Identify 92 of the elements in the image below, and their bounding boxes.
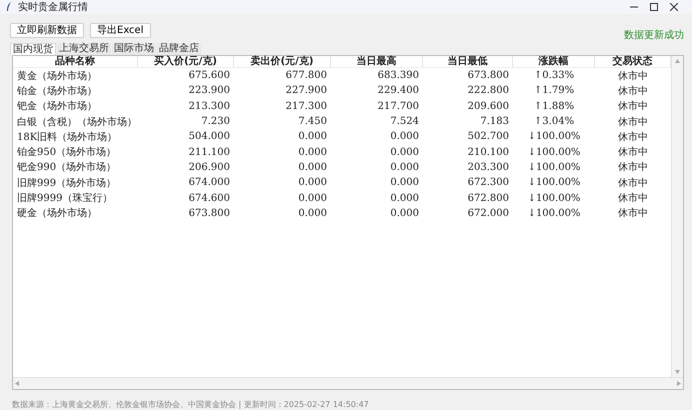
table-cell-text: 休市中 — [617, 206, 649, 220]
table-cell-text: 7.183 — [479, 116, 510, 128]
toolbar-button[interactable]: 导出Excel — [90, 22, 150, 38]
column-header[interactable]: 涨跌幅 — [513, 56, 595, 67]
table-cell-text: 休市中 — [617, 130, 649, 144]
table-cell-text: 504.000 — [188, 131, 231, 142]
table-cell-text: 211.100 — [188, 146, 231, 158]
table-cell-text: 旧牌9999（珠宝行） — [16, 192, 114, 206]
toolbar-button[interactable]: 立即刷新数据 — [10, 22, 84, 38]
table-cell-text: 0.000 — [389, 131, 420, 142]
table-cell-text: 210.100 — [466, 146, 510, 158]
table-cell-text: 223.900 — [188, 85, 231, 96]
table-cell-text: 0.000 — [389, 162, 420, 173]
table-cell-text: 7.524 — [389, 116, 420, 128]
scroll-down-icon[interactable] — [675, 370, 680, 374]
table-cell-text: 旧牌999（场外市场） — [16, 176, 118, 190]
table-cell-text: 0.000 — [297, 192, 328, 204]
tab[interactable]: 上海交易所 — [57, 43, 111, 55]
scroll-right-icon[interactable] — [677, 381, 681, 386]
table-cell-text: 672.300 — [466, 177, 510, 188]
table-cell-text: 钯金（场外市场） — [16, 100, 98, 114]
table-cell-text: 铂金（场外市场） — [16, 84, 98, 98]
scroll-up-icon[interactable] — [675, 59, 680, 63]
table-cell-text: 213.300 — [188, 100, 231, 112]
table-cell-text: 0.000 — [389, 146, 420, 158]
table-cell-text: 673.800 — [466, 70, 510, 82]
table-cell-text: ↑0.33% — [532, 70, 576, 82]
table-cell-text: 休市中 — [617, 160, 649, 174]
table-cell-text: 203.300 — [466, 162, 510, 173]
table-cell-text: ↑1.79% — [532, 85, 576, 96]
column-header[interactable]: 当日最高 — [331, 56, 423, 67]
table-cell-text: 227.900 — [284, 85, 328, 96]
column-header[interactable]: 品种名称 — [13, 56, 138, 67]
table-cell-text: 休市中 — [617, 146, 649, 160]
status-bar-text: 数据来源：上海黄金交易所、伦敦金银市场协会、中国黄金协会 | 更新时间：2025-02-27 14:50:47 — [12, 400, 369, 409]
column-header[interactable]: 卖出价(元/克) — [234, 56, 331, 67]
feather-icon — [6, 2, 12, 12]
tab[interactable]: 品牌金店 — [157, 43, 201, 55]
table-cell-text: 休市中 — [617, 84, 649, 98]
table-cell-text: 休市中 — [617, 176, 649, 190]
table-cell-text: ↓100.00% — [526, 146, 582, 158]
table-cell-text: 休市中 — [617, 100, 649, 114]
table-cell-text: 0.000 — [389, 177, 420, 188]
table-cell-text: ↑1.88% — [532, 100, 576, 112]
column-header[interactable]: 当日最低 — [423, 56, 513, 67]
table-cell-text: 0.000 — [389, 192, 420, 204]
table-cell-text: 休市中 — [617, 192, 649, 206]
table-cell-text: ↓100.00% — [526, 131, 582, 142]
table-cell-text: 0.000 — [297, 177, 328, 188]
table-cell-text: 674.000 — [188, 177, 231, 188]
table-cell-text: 0.000 — [389, 208, 420, 219]
table-cell-text: ↓100.00% — [526, 177, 582, 188]
table-cell-text: 674.600 — [188, 192, 231, 204]
table-cell-text: ↓100.00% — [526, 192, 582, 204]
scroll-left-icon[interactable] — [15, 381, 19, 386]
table-cell-text: 683.390 — [376, 70, 420, 82]
table-cell-text: 677.800 — [284, 70, 328, 82]
table-cell-text: 502.700 — [466, 131, 510, 142]
table-cell-text: 672.000 — [466, 208, 510, 219]
table-cell-text: 7.450 — [297, 116, 328, 128]
table-cell-text: 0.000 — [297, 208, 328, 219]
table-cell-text: 18K旧料（场外市场） — [16, 130, 118, 144]
table-cell-text: 硬金（场外市场） — [16, 206, 98, 220]
table-cell-text: ↓100.00% — [526, 162, 582, 173]
table-cell-text: 休市中 — [617, 116, 649, 129]
table-cell-text: ↑3.04% — [532, 116, 576, 128]
table-cell-text: ↓100.00% — [526, 208, 582, 219]
table-cell-text: 229.400 — [376, 85, 420, 96]
tab[interactable]: 国际市场 — [112, 43, 156, 55]
table-cell-text: 0.000 — [297, 146, 328, 158]
table-cell-text: 钯金990（场外市场） — [16, 160, 118, 174]
table-cell-text: 217.700 — [376, 100, 420, 112]
table-cell-text: 222.800 — [466, 85, 510, 96]
table-cell-text: 黄金（场外市场） — [16, 70, 98, 83]
table-cell-text: 休市中 — [617, 70, 649, 83]
table-cell-text: 铂金950（场外市场） — [16, 146, 118, 160]
table-cell-text: 白银（含税）（场外市场） — [16, 116, 138, 129]
maximize-icon[interactable] — [650, 3, 658, 11]
table-cell-text: 0.000 — [297, 162, 328, 173]
table-cell-text: 206.900 — [188, 162, 231, 173]
column-header[interactable]: 买入价(元/克) — [138, 56, 234, 67]
table-cell-text: 673.800 — [188, 208, 231, 219]
window-title: 实时贵金属行情 — [18, 0, 88, 14]
table-cell-text: 672.800 — [466, 192, 510, 204]
status-message: 数据更新成功 — [624, 28, 684, 42]
table-cell-text: 675.600 — [188, 70, 231, 82]
table-cell-text: 209.600 — [466, 100, 510, 112]
table-cell-text: 217.300 — [284, 100, 328, 112]
tab[interactable]: 国内现货 — [10, 43, 56, 55]
table-cell-text: 7.230 — [200, 116, 231, 128]
table-cell-text: 0.000 — [297, 131, 328, 142]
close-icon[interactable] — [670, 3, 678, 11]
